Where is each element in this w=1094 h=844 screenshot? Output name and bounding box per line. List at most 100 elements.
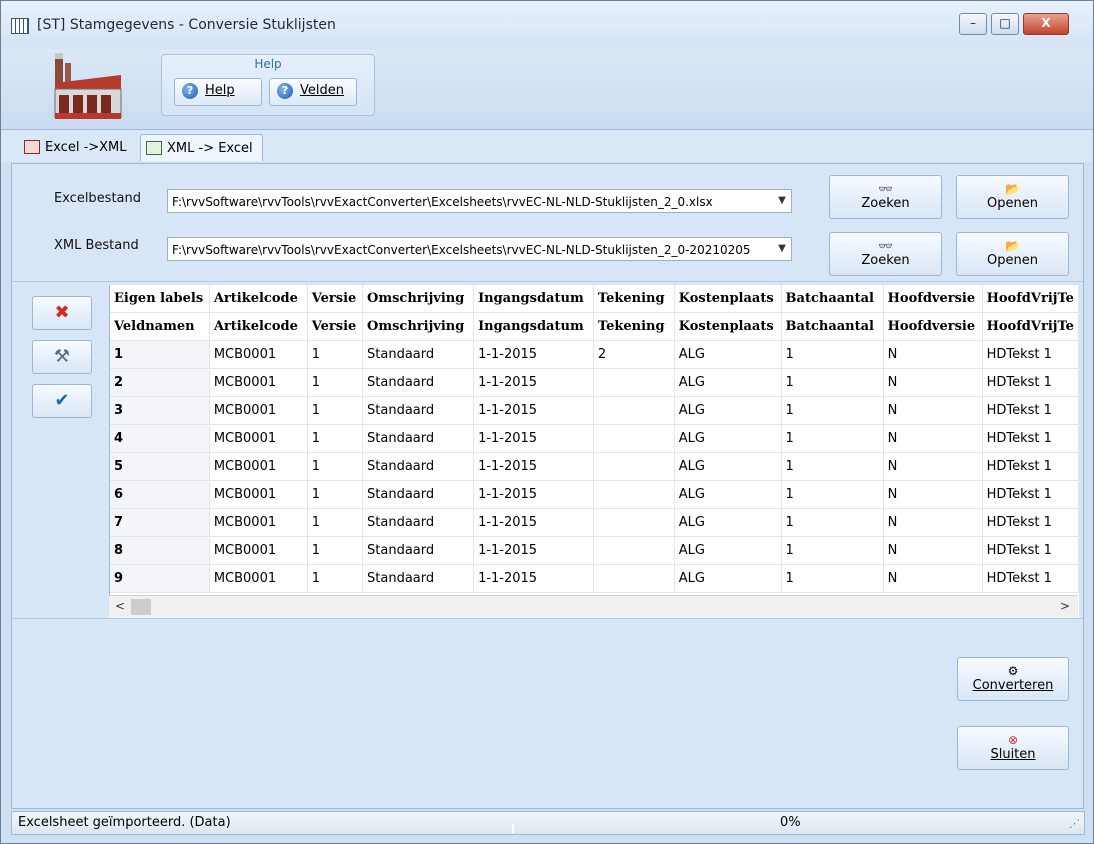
grid-cell[interactable]: 1-1-2015 xyxy=(473,564,594,593)
grid-header-row[interactable]: Eigen labels Artikelcode Versie Omschrijvin… xyxy=(110,285,1079,313)
grid-cell[interactable]: 1 xyxy=(781,340,884,369)
tab-xml-to-excel[interactable]: XML -> Excel xyxy=(140,134,263,161)
delete-button[interactable]: ✖ xyxy=(32,296,92,330)
tool-button[interactable]: ⚒ xyxy=(32,340,92,374)
chevron-down-icon[interactable]: ▼ xyxy=(773,190,791,212)
excelbestand-combo[interactable]: F:\rvvSoftware\rvvTools\rvvExactConverte… xyxy=(167,189,792,213)
table-row[interactable]: 2 MCB0001 1 Standaard 1-1-2015 ALG 1 N HDTekst 1 xyxy=(110,368,1079,397)
grid-cell[interactable]: Standaard xyxy=(362,480,475,509)
grid-cell[interactable]: Standaard xyxy=(362,536,475,565)
chevron-down-icon[interactable]: ▼ xyxy=(773,238,791,260)
grid-cell[interactable]: 1 xyxy=(781,536,884,565)
table-row[interactable]: 6 MCB0001 1 Standaard 1-1-2015 ALG 1 N HDTekst 1 xyxy=(110,480,1079,509)
grid-cell[interactable]: HDTekst 1 xyxy=(982,480,1079,509)
grid-cell[interactable]: 1-1-2015 xyxy=(473,480,594,509)
grid-cell[interactable]: ALG xyxy=(674,564,782,593)
scroll-right-icon[interactable]: > xyxy=(1060,599,1070,613)
minimize-button[interactable]: – xyxy=(959,13,987,35)
openen-excel-button[interactable]: 📂 Openen xyxy=(956,175,1069,219)
zoeken-excel-button[interactable]: 👓 Zoeken xyxy=(829,175,942,219)
grid-cell[interactable]: MCB0001 xyxy=(209,480,308,509)
grid-cell[interactable]: 2 xyxy=(593,340,675,369)
grid-cell[interactable]: 1 xyxy=(781,564,884,593)
grid-cell[interactable]: HDTekst 1 xyxy=(982,508,1079,537)
grid-cell[interactable]: 1-1-2015 xyxy=(473,424,594,453)
table-row[interactable]: 9 MCB0001 1 Standaard 1-1-2015 ALG 1 N HDTekst 1 xyxy=(110,564,1079,593)
grid-cell[interactable]: 1-1-2015 xyxy=(473,340,594,369)
scroll-left-icon[interactable]: < xyxy=(115,599,125,613)
grid-cell[interactable]: 1-1-2015 xyxy=(473,536,594,565)
tab-excel-to-xml[interactable]: Excel ->XML xyxy=(19,134,131,160)
grid-cell[interactable]: N xyxy=(883,368,983,397)
grid-cell[interactable]: MCB0001 xyxy=(209,564,308,593)
grid-cell[interactable]: Standaard xyxy=(362,340,475,369)
grid-cell[interactable]: ALG xyxy=(674,424,782,453)
xml-bestand-combo[interactable]: F:\rvvSoftware\rvvTools\rvvExactConverte… xyxy=(167,237,792,261)
grid-cell[interactable]: HDTekst 1 xyxy=(982,340,1079,369)
grid-cell[interactable]: N xyxy=(883,508,983,537)
grid-cell[interactable]: MCB0001 xyxy=(209,424,308,453)
grid-cell[interactable]: N xyxy=(883,452,983,481)
grid-cell[interactable]: N xyxy=(883,340,983,369)
grid-cell[interactable]: HDTekst 1 xyxy=(982,396,1079,425)
help-button[interactable]: ? Help xyxy=(174,78,262,106)
grid-cell[interactable]: 1 xyxy=(781,424,884,453)
grid-cell[interactable]: N xyxy=(883,480,983,509)
grid-cell[interactable]: 1 xyxy=(307,424,364,453)
zoeken-xml-button[interactable]: 👓 Zoeken xyxy=(829,232,942,276)
grid-cell[interactable]: 1 xyxy=(781,480,884,509)
grid-header-row[interactable]: Veldnamen Artikelcode Versie Omschrijving In… xyxy=(110,312,1079,341)
grid-cell[interactable]: 9 xyxy=(110,564,210,593)
grid-cell[interactable]: N xyxy=(883,564,983,593)
horizontal-scrollbar[interactable]: < > xyxy=(109,595,1078,618)
grid-cell[interactable]: N xyxy=(883,424,983,453)
openen-xml-button[interactable]: 📂 Openen xyxy=(956,232,1069,276)
maximize-button[interactable]: □ xyxy=(991,13,1019,35)
grid-cell[interactable]: ALG xyxy=(674,508,782,537)
grid-cell[interactable]: HDTekst 1 xyxy=(982,564,1079,593)
data-grid[interactable]: Eigen labels Artikelcode Versie Omschrijvin… xyxy=(109,285,1079,618)
grid-cell[interactable]: 1 xyxy=(781,396,884,425)
grid-cell[interactable] xyxy=(593,564,675,593)
grid-cell[interactable] xyxy=(593,424,675,453)
converteren-button[interactable]: ⚙ Converteren xyxy=(957,657,1069,701)
grid-cell[interactable]: 1-1-2015 xyxy=(473,396,594,425)
close-button[interactable]: X xyxy=(1023,13,1069,35)
velden-button[interactable]: ? Velden xyxy=(269,78,357,106)
grid-cell[interactable]: Standaard xyxy=(362,508,475,537)
grid-cell[interactable]: Standaard xyxy=(362,368,475,397)
grid-cell[interactable]: Standaard xyxy=(362,396,475,425)
grid-cell[interactable]: HDTekst 1 xyxy=(982,452,1079,481)
grid-cell[interactable]: HDTekst 1 xyxy=(982,424,1079,453)
table-row[interactable]: 4 MCB0001 1 Standaard 1-1-2015 ALG 1 N HDTekst 1 xyxy=(110,424,1079,453)
grid-cell[interactable]: ALG xyxy=(674,368,782,397)
grid-cell[interactable]: MCB0001 xyxy=(209,368,308,397)
grid-cell[interactable]: 1 xyxy=(307,452,364,481)
grid-cell[interactable] xyxy=(593,452,675,481)
grid-cell[interactable] xyxy=(593,508,675,537)
grid-cell[interactable]: 1 xyxy=(781,452,884,481)
grid-cell[interactable]: N xyxy=(883,396,983,425)
grid-cell[interactable]: 2 xyxy=(110,368,210,397)
grid-cell[interactable] xyxy=(593,536,675,565)
grid-cell[interactable]: N xyxy=(883,536,983,565)
grid-cell[interactable]: HDTekst 1 xyxy=(982,368,1079,397)
table-row[interactable]: 1 MCB0001 1 Standaard 1-1-2015 2 ALG 1 N HDTekst … xyxy=(110,340,1079,369)
grid-cell[interactable]: 1 xyxy=(307,396,364,425)
grid-cell[interactable] xyxy=(593,396,675,425)
grid-cell[interactable]: 1 xyxy=(307,564,364,593)
confirm-button[interactable]: ✔ xyxy=(32,384,92,418)
grid-cell[interactable]: 1 xyxy=(307,368,364,397)
grid-cell[interactable]: 1 xyxy=(110,340,210,369)
grid-cell[interactable]: MCB0001 xyxy=(209,508,308,537)
grid-cell[interactable]: ALG xyxy=(674,452,782,481)
grid-cell[interactable]: 1 xyxy=(307,536,364,565)
grid-cell[interactable]: MCB0001 xyxy=(209,452,308,481)
grid-cell[interactable]: 1 xyxy=(307,508,364,537)
grid-cell[interactable] xyxy=(593,368,675,397)
grid-cell[interactable]: MCB0001 xyxy=(209,396,308,425)
sluiten-button[interactable]: ⊗ Sluiten xyxy=(957,726,1069,770)
grid-cell[interactable]: MCB0001 xyxy=(209,340,308,369)
grid-cell[interactable]: 1-1-2015 xyxy=(473,508,594,537)
grid-cell[interactable]: 1 xyxy=(781,368,884,397)
